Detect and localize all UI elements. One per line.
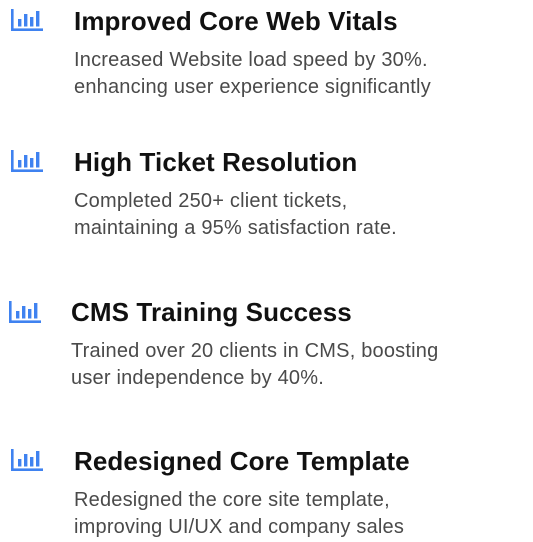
achievement-title: High Ticket Resolution bbox=[74, 147, 358, 177]
achievement-description-line: enhancing user experience significantly bbox=[74, 76, 431, 98]
achievement-title: Improved Core Web Vitals bbox=[74, 6, 398, 36]
achievement-description-line: maintaining a 95% satisfaction rate. bbox=[74, 217, 397, 239]
bar-chart-icon bbox=[8, 299, 42, 325]
achievement-description-line: improving UI/UX and company sales bbox=[74, 516, 405, 538]
achievement-description-line: user independence by 40%. bbox=[71, 367, 324, 389]
bar-chart-icon bbox=[10, 148, 44, 174]
achievement-description: Redesigned the core site template, improv… bbox=[74, 487, 404, 541]
achievement-description: Completed 250+ client tickets, maintainin… bbox=[74, 188, 397, 242]
achievement-description-line: Redesigned the core site template, bbox=[74, 489, 390, 511]
achievement-description-line: Trained over 20 clients in CMS, boosting bbox=[71, 340, 439, 362]
achievement-description-line: Increased Website load speed by 30%. bbox=[74, 49, 428, 71]
achievement-title: CMS Training Success bbox=[71, 297, 352, 327]
achievement-description-line: Completed 250+ client tickets, bbox=[74, 190, 348, 212]
bar-chart-icon bbox=[10, 7, 44, 33]
achievement-description: Increased Website load speed by 30%. enha… bbox=[74, 47, 431, 101]
achievement-title: Redesigned Core Template bbox=[74, 446, 410, 476]
achievement-description: Trained over 20 clients in CMS, boosting… bbox=[71, 338, 438, 392]
bar-chart-icon bbox=[10, 447, 44, 473]
